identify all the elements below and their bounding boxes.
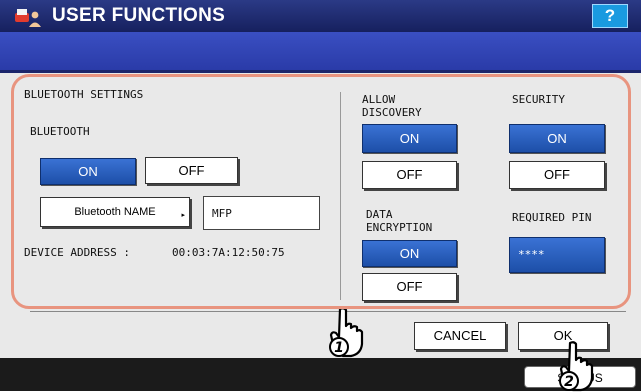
header-band: [0, 32, 641, 70]
help-button[interactable]: ?: [592, 4, 628, 28]
highlight-frame: [11, 74, 631, 309]
callout-2: 2: [564, 374, 574, 390]
page-title: USER FUNCTIONS: [52, 5, 226, 26]
cancel-button[interactable]: CANCEL: [414, 322, 506, 350]
user-functions-icon: [15, 9, 41, 27]
pointing-hand-icon: 2: [559, 341, 594, 392]
pointing-hand-icon: 1: [329, 307, 364, 358]
callout-1: 1: [334, 340, 344, 356]
